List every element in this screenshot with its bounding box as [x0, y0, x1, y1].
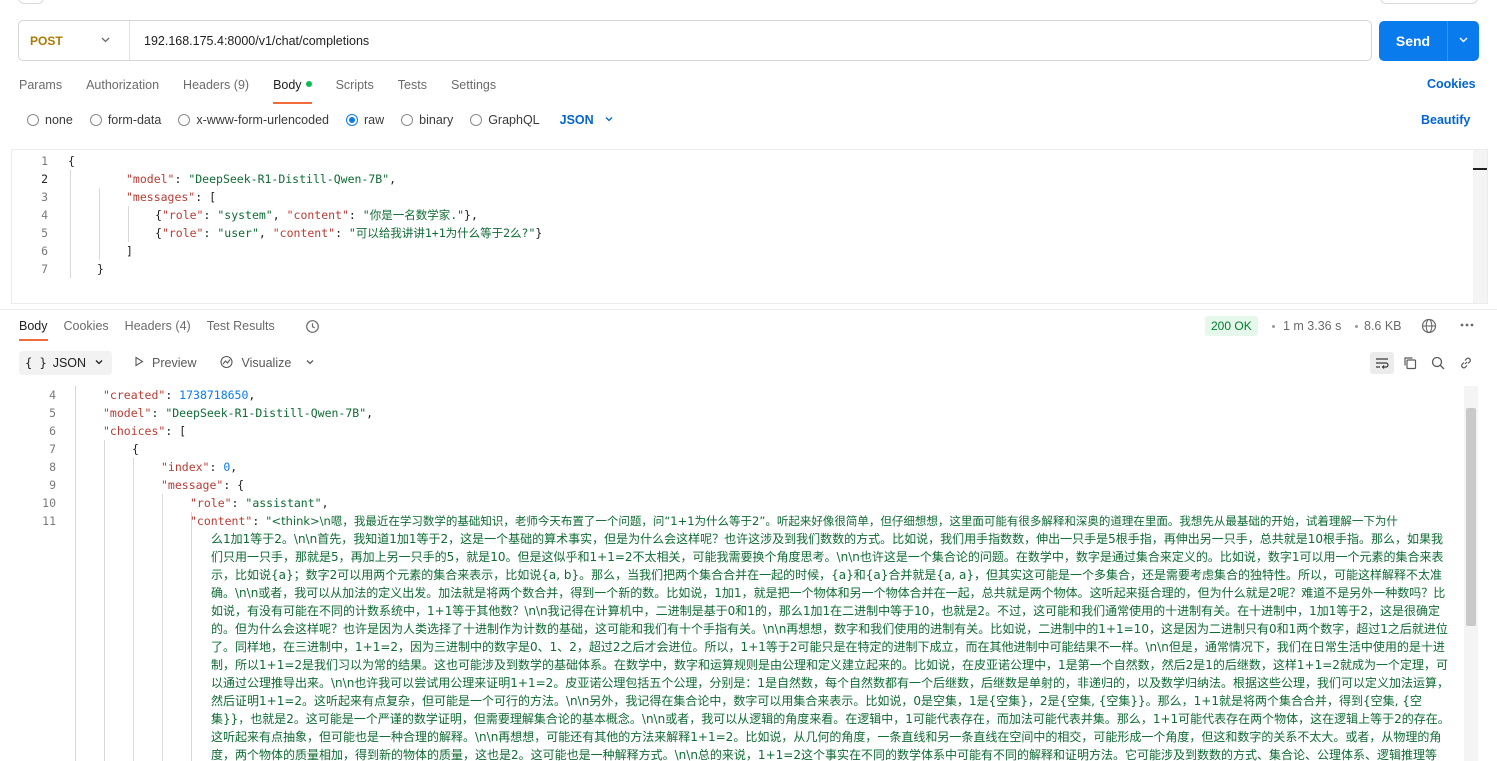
status-badge[interactable]: 200 OK [1205, 316, 1258, 336]
visualize-icon [219, 355, 234, 372]
code-line: "model": "DeepSeek-R1-Distill-Qwen-7B", [103, 406, 374, 420]
body-modified-dot-icon [305, 81, 312, 87]
line-number: 4 [49, 388, 56, 402]
radio-x-www-form-urlencoded[interactable]: x-www-form-urlencoded [178, 113, 329, 127]
response-scrollbar[interactable] [1464, 386, 1478, 761]
line-number: 11 [42, 514, 56, 528]
search-icon[interactable] [1426, 352, 1450, 374]
request-tabs: Params Authorization Headers (9) Body Sc… [19, 76, 520, 104]
braces-icon: { } [25, 356, 47, 370]
line-number: 5 [41, 226, 48, 240]
tab-response-headers[interactable]: Headers (4) [125, 319, 191, 333]
response-headers-count: (4) [175, 319, 191, 333]
radio-graphql[interactable]: GraphQL [470, 113, 540, 127]
code-line: "index": 0, [161, 460, 238, 474]
visualize-button[interactable]: Visualize [219, 355, 291, 372]
send-label: Send [1395, 33, 1431, 49]
response-tools [1370, 352, 1482, 374]
response-format-select[interactable]: { } JSON [19, 351, 113, 375]
code-line: "choices": [ [103, 424, 187, 438]
history-icon[interactable] [305, 319, 320, 334]
response-tabs: Body Cookies Headers (4) Test Results [19, 319, 291, 341]
line-number: 7 [41, 262, 48, 276]
tab-scripts[interactable]: Scripts [336, 76, 374, 98]
chevron-down-icon[interactable] [305, 357, 315, 370]
code-token: { [132, 442, 139, 456]
tab-tests[interactable]: Tests [398, 76, 427, 98]
line-number: 10 [42, 496, 56, 510]
headers-count: (9) [233, 78, 250, 92]
code-token: } [97, 262, 104, 276]
line-number: 6 [49, 424, 56, 438]
beautify-button[interactable]: Beautify [1421, 113, 1470, 127]
play-icon [134, 356, 144, 370]
line-number: 9 [49, 478, 56, 492]
code-line: "role": "assistant", [190, 496, 329, 510]
preview-button[interactable]: Preview [134, 356, 197, 370]
code-token: { [68, 154, 75, 168]
radio-circle-icon [178, 114, 191, 126]
radio-circle-icon [27, 114, 39, 126]
line-number: 2 [41, 172, 48, 186]
radio-selected-icon [346, 114, 358, 126]
response-size[interactable]: 8.6 KB [1364, 319, 1402, 333]
line-number: 8 [49, 460, 56, 474]
top-strip [0, 0, 1497, 8]
assistant-content-text: 么1加1等于2。\n\n首先，我知道1加1等于2，这是一个基础的算术事实，但是为… [211, 532, 1450, 761]
tab-response-cookies[interactable]: Cookies [64, 319, 109, 333]
more-options-icon[interactable] [1459, 318, 1475, 335]
body-type-selector: none form-data x-www-form-urlencoded raw… [27, 113, 614, 127]
line-number: 7 [49, 442, 56, 456]
line-number: 5 [49, 406, 56, 420]
tab-body[interactable]: Body [273, 76, 312, 104]
chevron-down-icon [94, 357, 104, 370]
chevron-down-icon [100, 34, 111, 48]
method-label: POST [30, 33, 63, 48]
line-number: 1 [41, 154, 48, 168]
tab-response-body[interactable]: Body [19, 319, 48, 341]
radio-circle-icon [89, 114, 102, 126]
editor-scrollbar[interactable] [1473, 150, 1487, 303]
radio-circle-icon [401, 114, 414, 126]
response-time[interactable]: 1 m 3.36 s [1283, 319, 1341, 333]
code-line: {"role": "system", "content": "你是一名数学家."… [155, 208, 478, 222]
code-line: "created": 1738718650, [103, 388, 256, 402]
line-number: 6 [41, 244, 48, 258]
collapsed-action-button[interactable] [1380, 0, 1478, 4]
response-view-bar: { } JSON Preview Visualize [19, 351, 315, 375]
tab-authorization[interactable]: Authorization [86, 76, 159, 98]
body-language-select[interactable]: JSON [560, 113, 614, 127]
copy-icon[interactable] [1398, 352, 1422, 374]
line-number: 4 [41, 208, 48, 222]
radio-binary[interactable]: binary [401, 113, 453, 127]
radio-circle-icon [470, 114, 483, 126]
cookies-link[interactable]: Cookies [1427, 77, 1476, 91]
code-token: ] [126, 244, 133, 258]
code-line: {"role": "user", "content": "可以给我讲讲1+1为什… [155, 226, 543, 240]
radio-none[interactable]: none [27, 113, 73, 127]
request-body-editor[interactable]: 1 2 3 4 5 6 7 { "model": "DeepSeek-R1-Di… [11, 149, 1488, 304]
code-line: "messages": [ [126, 190, 217, 204]
radio-raw[interactable]: raw [346, 113, 384, 127]
chevron-down-icon [604, 114, 614, 127]
collapsed-tab-button[interactable] [18, 0, 44, 4]
tab-headers[interactable]: Headers (9) [183, 76, 249, 98]
chevron-down-icon[interactable] [1448, 34, 1479, 48]
tab-test-results[interactable]: Test Results [207, 319, 275, 333]
radio-form-data[interactable]: form-data [89, 113, 161, 127]
line-number: 3 [41, 190, 48, 204]
tab-settings[interactable]: Settings [451, 76, 496, 98]
link-icon[interactable] [1454, 352, 1478, 374]
url-input[interactable]: 192.168.175.4:8000/v1/chat/completions [130, 34, 369, 48]
response-body-viewer[interactable]: 4 5 6 7 8 9 10 11 "created": 1738718650,… [11, 386, 1497, 761]
code-line: "model": "DeepSeek-R1-Distill-Qwen-7B", [126, 172, 397, 186]
method-select[interactable]: POST [19, 21, 130, 60]
globe-icon[interactable] [1421, 318, 1437, 334]
url-bar: POST 192.168.175.4:8000/v1/chat/completi… [18, 20, 1372, 61]
code-line: "message": { [161, 478, 245, 492]
wrap-lines-icon[interactable] [1370, 352, 1394, 374]
tab-params[interactable]: Params [19, 76, 62, 98]
send-button[interactable]: Send [1379, 21, 1479, 61]
code-line: "content": "<think>\n嗯，我最近在学习数学的基础知识，老师今… [190, 514, 1398, 528]
